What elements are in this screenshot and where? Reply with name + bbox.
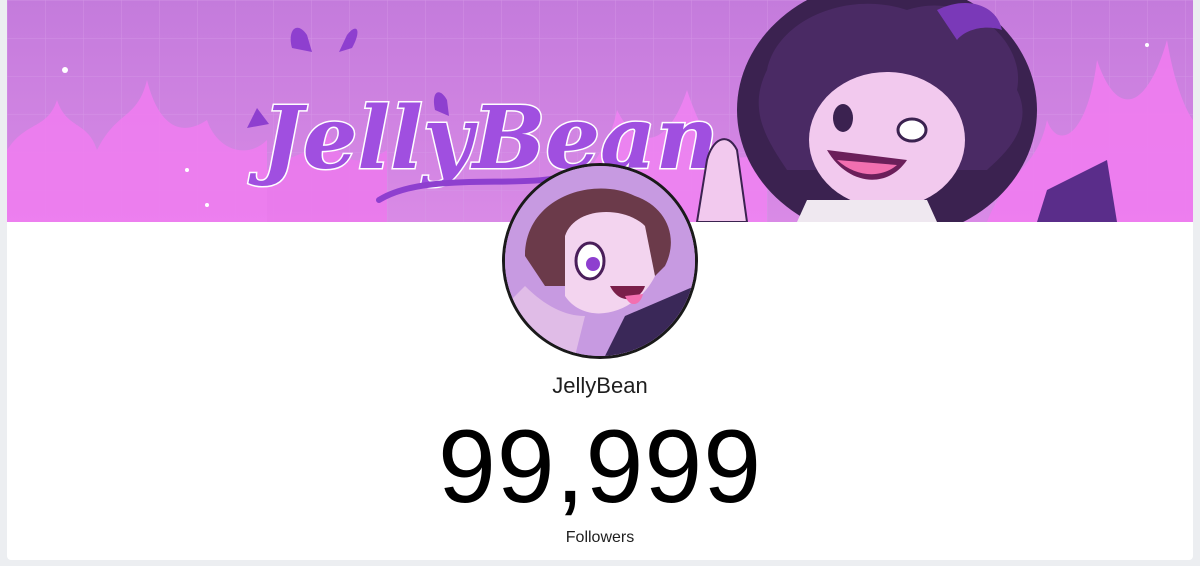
page: JellyBean JellyBean 99,999 Followers bbox=[0, 0, 1200, 566]
avatar[interactable] bbox=[502, 163, 698, 359]
banner-logo-text: JellyBean bbox=[248, 88, 718, 189]
profile-card: JellyBean JellyBean 99,999 Followers bbox=[7, 0, 1193, 560]
follower-count: 99,999 bbox=[437, 409, 763, 525]
follower-label: Followers bbox=[565, 529, 635, 546]
avatar-image bbox=[505, 166, 695, 356]
channel-name: JellyBean bbox=[552, 373, 648, 398]
